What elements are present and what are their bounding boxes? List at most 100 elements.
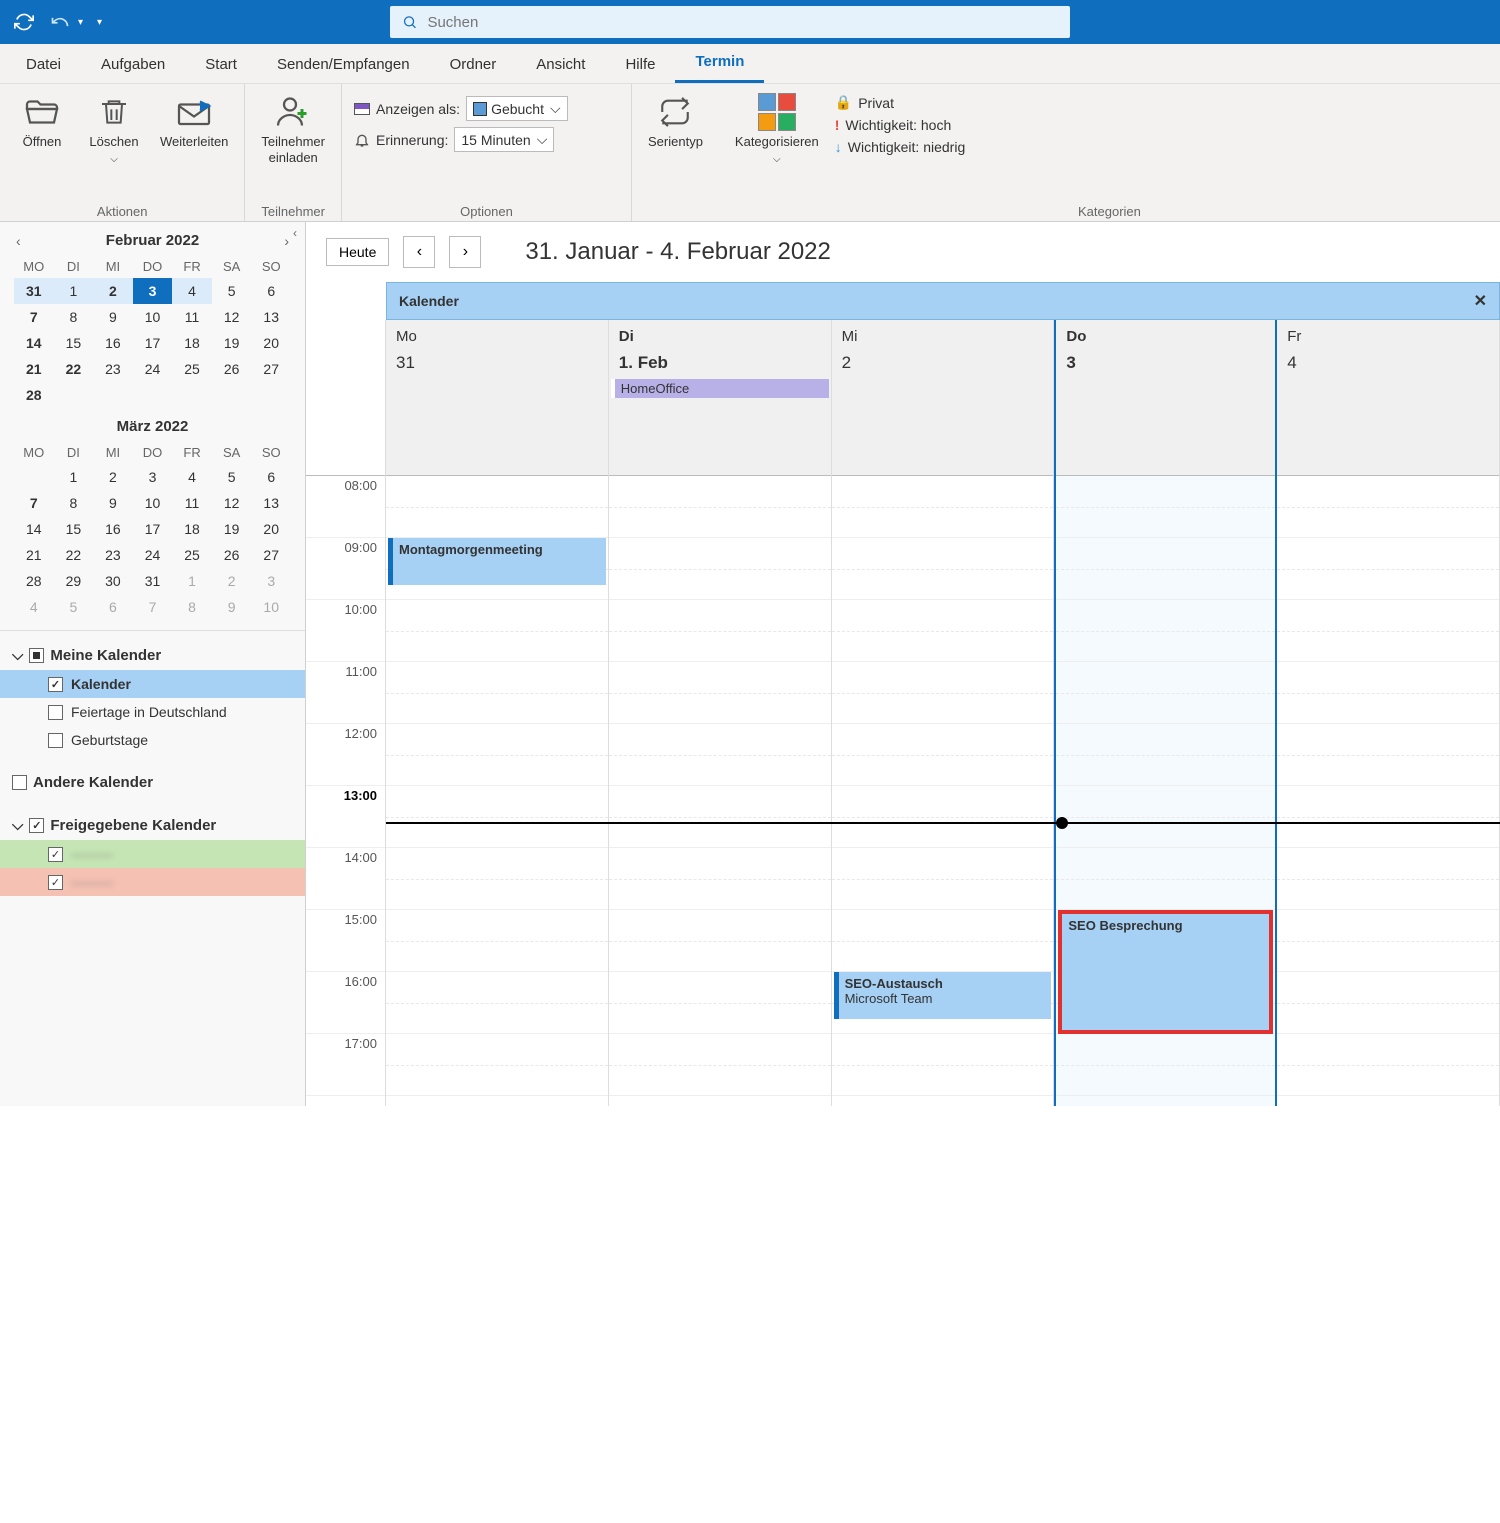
mini-cal-day[interactable]: 5 <box>212 464 252 490</box>
mini-cal-day[interactable]: 5 <box>212 278 252 304</box>
prev-week-button[interactable]: ‹ <box>403 236 435 268</box>
mini-cal-day[interactable]: 18 <box>172 516 212 542</box>
prev-month-icon[interactable]: ‹ <box>16 233 21 249</box>
mini-cal-day[interactable]: 18 <box>172 330 212 356</box>
calendar-event[interactable]: Montagmorgenmeeting <box>388 538 606 585</box>
importance-high-button[interactable]: !Wichtigkeit: hoch <box>835 117 966 133</box>
mini-cal-day[interactable] <box>212 382 252 408</box>
mini-cal-day[interactable]: 20 <box>251 330 291 356</box>
menu-datei[interactable]: Datei <box>6 46 81 83</box>
mini-cal-day[interactable]: 23 <box>93 542 133 568</box>
menu-senden-empfangen[interactable]: Senden/Empfangen <box>257 46 430 83</box>
day-column[interactable]: Do3SEO Besprechung <box>1054 320 1277 1106</box>
menu-termin[interactable]: Termin <box>675 43 764 83</box>
categorize-button[interactable]: Kategorisieren⌵ <box>731 90 823 170</box>
refresh-icon[interactable] <box>10 8 38 36</box>
next-week-button[interactable]: › <box>449 236 481 268</box>
mini-cal-day[interactable]: 4 <box>172 278 212 304</box>
mini-cal-day[interactable]: 17 <box>133 516 173 542</box>
mini-cal-day[interactable]: 14 <box>14 330 54 356</box>
show-as-select[interactable]: Gebucht⌵ <box>466 96 568 121</box>
mini-cal-day[interactable]: 9 <box>212 594 252 620</box>
shared-calendars-group[interactable]: ⌵✓Freigegebene Kalender <box>0 811 305 840</box>
private-button[interactable]: 🔒Privat <box>835 94 966 111</box>
mini-cal-day[interactable]: 13 <box>251 490 291 516</box>
mini-cal-day[interactable]: 23 <box>93 356 133 382</box>
mini-cal-day[interactable] <box>54 382 94 408</box>
delete-button[interactable]: Löschen⌵ <box>84 90 144 170</box>
reminder-select[interactable]: 15 Minuten⌵ <box>454 127 554 152</box>
mini-cal-day[interactable]: 11 <box>172 304 212 330</box>
qat-customize-icon[interactable]: ▾ <box>97 17 102 28</box>
mini-cal-day[interactable]: 8 <box>54 490 94 516</box>
mini-cal-day[interactable]: 27 <box>251 356 291 382</box>
mini-cal-day[interactable]: 6 <box>251 278 291 304</box>
next-month-icon[interactable]: › <box>284 233 289 249</box>
mini-cal-day[interactable] <box>133 382 173 408</box>
mini-cal-day[interactable]: 24 <box>133 356 173 382</box>
my-calendars-group[interactable]: ⌵Meine Kalender <box>0 641 305 670</box>
mini-cal-day[interactable]: 4 <box>172 464 212 490</box>
mini-cal-day[interactable]: 29 <box>54 568 94 594</box>
close-calendar-icon[interactable]: ✕ <box>1474 291 1487 311</box>
menu-ordner[interactable]: Ordner <box>430 46 517 83</box>
menu-ansicht[interactable]: Ansicht <box>516 46 605 83</box>
mini-cal-day[interactable] <box>14 464 54 490</box>
mini-cal-day[interactable]: 25 <box>172 542 212 568</box>
mini-cal-day[interactable]: 1 <box>54 278 94 304</box>
mini-cal-day[interactable]: 19 <box>212 516 252 542</box>
mini-cal-day[interactable]: 2 <box>212 568 252 594</box>
mini-cal-day[interactable] <box>172 382 212 408</box>
calendar-event[interactable]: SEO-AustauschMicrosoft Team <box>834 972 1052 1019</box>
mini-cal-day[interactable]: 28 <box>14 568 54 594</box>
calendar-item-kalender[interactable]: ✓Kalender <box>0 670 305 698</box>
allday-event[interactable]: HomeOffice <box>611 379 829 398</box>
day-column[interactable]: Di1. FebHomeOffice <box>609 320 832 1106</box>
mini-cal-day[interactable]: 2 <box>93 464 133 490</box>
mini-cal-day[interactable]: 7 <box>14 304 54 330</box>
forward-button[interactable]: Weiterleiten <box>156 90 232 154</box>
shared-calendar-item-2[interactable]: ✓——— <box>0 868 305 896</box>
mini-cal-day[interactable]: 21 <box>14 542 54 568</box>
mini-cal-day[interactable]: 3 <box>251 568 291 594</box>
mini-cal-day[interactable]: 14 <box>14 516 54 542</box>
today-button[interactable]: Heute <box>326 238 389 266</box>
shared-calendar-item-1[interactable]: ✓——— <box>0 840 305 868</box>
mini-cal-day[interactable]: 25 <box>172 356 212 382</box>
mini-cal-day[interactable]: 31 <box>133 568 173 594</box>
group-checkbox[interactable] <box>29 648 44 663</box>
mini-cal-day[interactable]: 22 <box>54 542 94 568</box>
mini-cal-day[interactable]: 7 <box>14 490 54 516</box>
invite-participants-button[interactable]: Teilnehmer einladen <box>257 90 329 169</box>
mini-cal-day[interactable]: 28 <box>14 382 54 408</box>
mini-cal-day[interactable]: 1 <box>54 464 94 490</box>
mini-cal-day[interactable]: 1 <box>172 568 212 594</box>
mini-cal-day[interactable]: 6 <box>251 464 291 490</box>
open-button[interactable]: Öffnen <box>12 90 72 154</box>
undo-icon[interactable] <box>46 8 74 36</box>
mini-cal-day[interactable]: 4 <box>14 594 54 620</box>
mini-cal-day[interactable]: 6 <box>93 594 133 620</box>
mini-cal-day[interactable]: 9 <box>93 304 133 330</box>
search-input[interactable] <box>427 14 1058 31</box>
mini-cal-day[interactable] <box>251 382 291 408</box>
mini-cal-day[interactable]: 15 <box>54 330 94 356</box>
mini-cal-day[interactable]: 10 <box>133 490 173 516</box>
mini-cal-day[interactable]: 31 <box>14 278 54 304</box>
mini-cal-day[interactable]: 10 <box>251 594 291 620</box>
mini-cal-day[interactable]: 3 <box>133 464 173 490</box>
mini-cal-day[interactable]: 27 <box>251 542 291 568</box>
mini-cal-day[interactable]: 16 <box>93 516 133 542</box>
mini-cal-day[interactable]: 24 <box>133 542 173 568</box>
mini-cal-day[interactable]: 26 <box>212 542 252 568</box>
mini-cal-day[interactable]: 7 <box>133 594 173 620</box>
mini-cal-day[interactable]: 19 <box>212 330 252 356</box>
other-calendars-group[interactable]: Andere Kalender <box>0 768 305 797</box>
mini-cal-day[interactable]: 2 <box>93 278 133 304</box>
mini-cal-day[interactable]: 20 <box>251 516 291 542</box>
mini-cal-day[interactable]: 3 <box>133 278 173 304</box>
mini-cal-day[interactable] <box>93 382 133 408</box>
mini-cal-day[interactable]: 26 <box>212 356 252 382</box>
mini-cal-day[interactable]: 8 <box>54 304 94 330</box>
undo-dropdown-icon[interactable]: ▾ <box>78 17 83 28</box>
